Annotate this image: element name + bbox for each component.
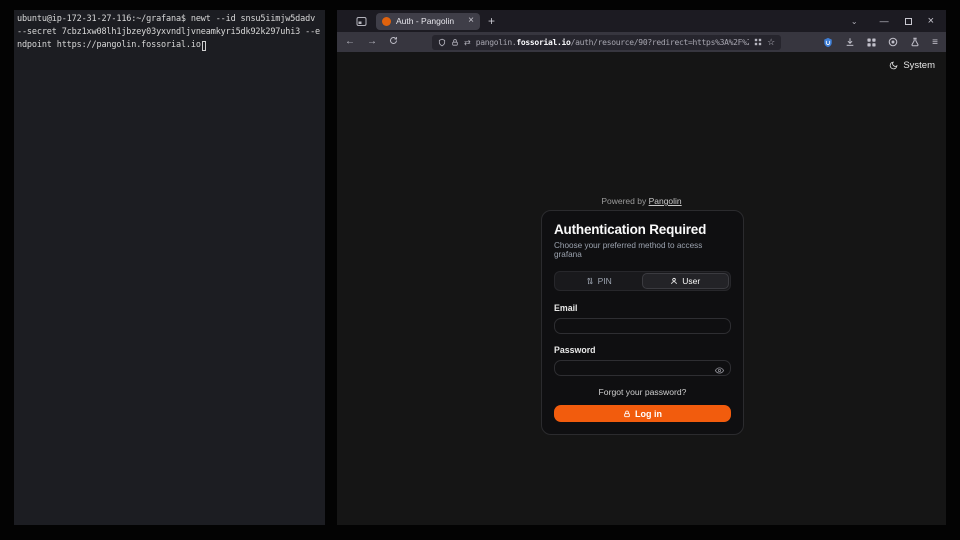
show-password-icon[interactable] [715,362,724,380]
https-lock-icon[interactable] [451,38,459,47]
back-button[interactable]: ← [345,37,355,47]
desktop: ubuntu@ip-172-31-27-116:~/grafana$ newt … [0,0,960,540]
reload-button[interactable] [389,36,398,48]
browser-tab[interactable]: Auth - Pangolin × [376,13,480,30]
downloads-icon[interactable] [845,37,855,47]
user-icon [670,277,678,285]
theme-label: System [903,60,935,71]
card-subtitle: Choose your preferred method to access g… [554,241,731,259]
auth-card: Authentication Required Choose your pref… [541,210,744,435]
lock-icon [623,410,631,418]
maximize-button[interactable] [905,18,912,25]
powered-by: Powered by Pangolin [337,196,946,206]
url-bar[interactable]: ⇄ pangolin.fossorial.io/auth/resource/90… [432,35,781,50]
tracking-shield-icon[interactable] [438,38,446,47]
close-window-button[interactable]: × [928,16,934,27]
tab-title: Auth - Pangolin [396,16,463,26]
terminal-line: --secret 7cbz1xw08lh1jbzey03yxvndljvneam… [17,26,322,39]
pangolin-link[interactable]: Pangolin [649,196,682,206]
tab-user-label: User [682,276,700,286]
tab-pin[interactable]: PIN [556,273,642,289]
forgot-password-link[interactable]: Forgot your password? [554,387,731,397]
extension-flask-icon[interactable] [910,37,920,47]
list-all-tabs-icon[interactable]: ⌄ [851,17,858,26]
browser-window: Auth - Pangolin × + ⌄ — × ← → ⇄ pan [337,10,946,525]
forward-button[interactable]: → [367,37,377,47]
moon-icon [889,61,898,70]
email-field[interactable] [554,318,731,334]
browser-tab-bar: Auth - Pangolin × + ⌄ — × [337,10,946,32]
extensions-icon[interactable] [867,38,876,47]
login-button[interactable]: Log in [554,405,731,422]
terminal-window[interactable]: ubuntu@ip-172-31-27-116:~/grafana$ newt … [14,10,325,525]
firefox-view-icon[interactable] [355,15,367,27]
pangolin-favicon-icon [382,17,391,26]
window-controls: — × [880,16,946,27]
keypad-icon [586,277,594,285]
url-text: pangolin.fossorial.io/auth/resource/90?r… [476,38,749,47]
minimize-button[interactable]: — [880,17,889,26]
browser-nav-bar: ← → ⇄ pangolin.fossorial.io/auth/resourc… [337,32,946,52]
email-label: Email [554,303,731,313]
theme-toggle[interactable]: System [889,60,935,71]
password-label: Password [554,345,731,355]
url-prefix: pangolin. [476,38,517,47]
terminal-line: ndpoint https://pangolin.fossorial.io [17,39,322,52]
powered-by-text: Powered by [601,196,646,206]
menu-icon[interactable]: ≡ [932,37,938,48]
url-domain: fossorial.io [516,38,570,47]
terminal-line-text: ndpoint https://pangolin.fossorial.io [17,39,201,52]
auth-page: System Powered by Pangolin Authenticatio… [337,52,946,525]
page-actions-grid-icon[interactable] [754,38,762,46]
tab-close-icon[interactable]: × [468,16,474,26]
auth-method-tabs: PIN User [554,271,731,291]
terminal-cursor [202,41,207,51]
url-path: /auth/resource/90?redirect=https%3A%2F%2… [571,38,750,47]
toolbar-extensions: ≡ [823,37,938,48]
new-tab-button[interactable]: + [488,14,495,28]
tab-user[interactable]: User [642,273,730,289]
privacy-ring-icon[interactable] [888,37,898,47]
password-field[interactable] [554,360,731,376]
redirect-arrows-icon[interactable]: ⇄ [464,38,471,47]
bookmark-star-icon[interactable]: ☆ [767,37,775,48]
card-title: Authentication Required [554,222,731,237]
ublock-icon[interactable] [823,37,833,48]
terminal-line: ubuntu@ip-172-31-27-116:~/grafana$ newt … [17,13,322,26]
login-button-label: Log in [635,409,662,419]
tab-pin-label: PIN [598,276,612,286]
